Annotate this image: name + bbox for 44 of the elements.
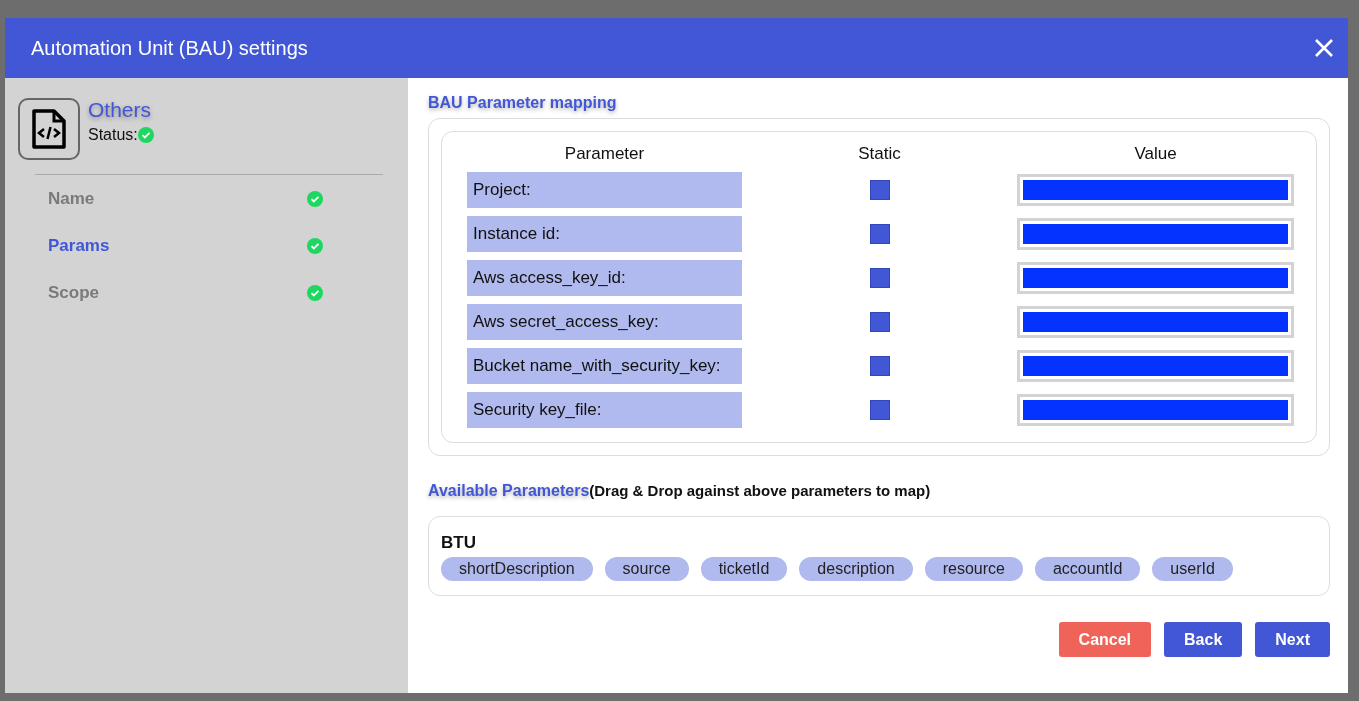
value-field[interactable] — [1017, 306, 1294, 338]
check-circle-icon — [137, 127, 154, 143]
unit-type-heading: Others — [88, 98, 153, 122]
parameter-chip[interactable]: description — [799, 557, 913, 581]
dialog-button[interactable]: Next — [1255, 622, 1330, 657]
sidebar-step[interactable]: Params — [18, 222, 383, 269]
value-field[interactable] — [1017, 394, 1294, 426]
static-checkbox[interactable] — [869, 400, 890, 420]
column-header: Value — [1134, 144, 1177, 164]
code-file-icon — [18, 98, 80, 160]
group-label: BTU — [441, 533, 477, 553]
drag-hint: (Drag & Drop against above parameters to map) — [589, 482, 931, 499]
status-label: Status: — [88, 126, 138, 144]
parameter-chip[interactable]: accountId — [1034, 557, 1141, 581]
parameter-label: Project: — [467, 172, 742, 208]
check-circle-icon — [307, 237, 323, 254]
parameter-chip[interactable]: resource — [924, 557, 1023, 581]
column-header: Parameter — [564, 144, 645, 164]
check-circle-icon — [307, 190, 323, 207]
parameter-label: Bucket name_with_security_key: — [467, 348, 742, 384]
close-button[interactable] — [1314, 38, 1334, 58]
parameter-label: Security key_file: — [467, 392, 742, 428]
static-checkbox[interactable] — [869, 312, 890, 332]
dialog-button[interactable]: Back — [1164, 622, 1243, 657]
column-header: Static — [858, 144, 901, 164]
value-field[interactable] — [1017, 262, 1294, 294]
static-checkbox[interactable] — [869, 356, 890, 376]
section-title: BAU Parameter mapping — [428, 94, 617, 112]
static-checkbox[interactable] — [869, 268, 890, 288]
parameter-chip[interactable]: source — [604, 557, 689, 581]
parameter-label: Aws secret_access_key: — [467, 304, 742, 340]
parameter-chip[interactable]: ticketId — [700, 557, 788, 581]
static-checkbox[interactable] — [869, 180, 890, 200]
value-field[interactable] — [1017, 350, 1294, 382]
dialog-title: Automation Unit (BAU) settings — [31, 36, 308, 60]
parameter-chip[interactable]: shortDescription — [441, 557, 593, 581]
value-field[interactable] — [1017, 174, 1294, 206]
check-circle-icon — [307, 284, 323, 301]
static-checkbox[interactable] — [869, 224, 890, 244]
parameter-chip[interactable]: userId — [1152, 557, 1233, 581]
value-field[interactable] — [1017, 218, 1294, 250]
parameter-label: Aws access_key_id: — [467, 260, 742, 296]
section-title: Available Parameters — [428, 482, 590, 500]
parameter-label: Instance id: — [467, 216, 742, 252]
